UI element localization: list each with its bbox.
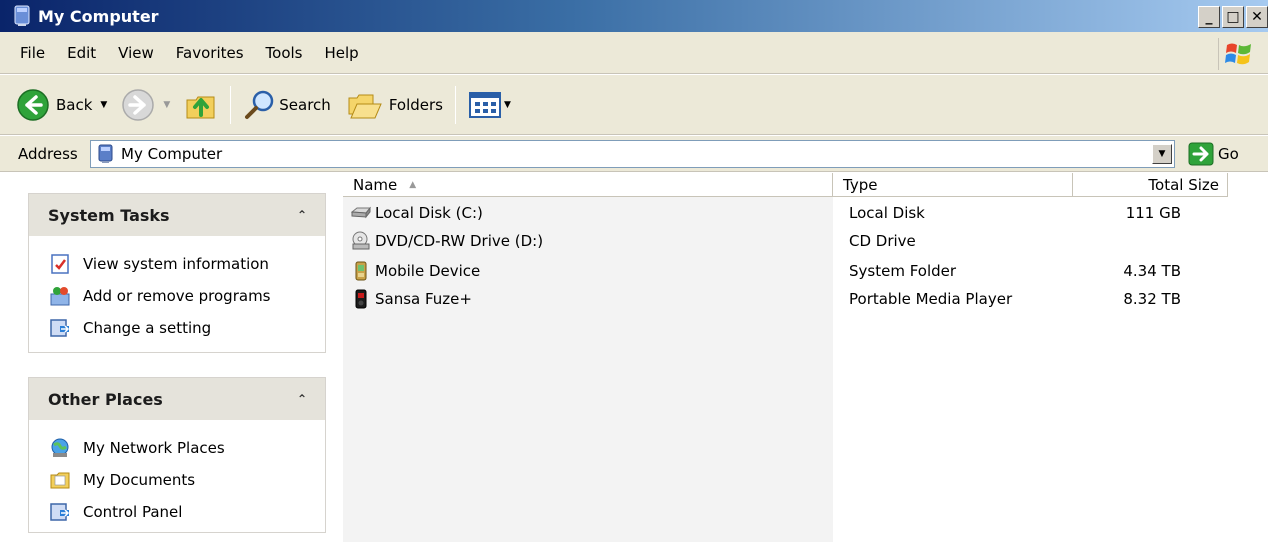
- views-button[interactable]: ▼: [464, 85, 521, 125]
- toolbar-separator: [454, 85, 456, 124]
- file-size: 4.34 TB: [1123, 262, 1181, 280]
- my-computer-icon: [98, 144, 113, 163]
- standard-toolbar: Back ▼ ▼ Search Folders ▼: [0, 75, 1268, 135]
- link-label: My Documents: [83, 471, 196, 489]
- system-info-icon: [51, 254, 69, 274]
- views-icon: [468, 91, 501, 118]
- back-arrow-icon: [17, 88, 49, 121]
- forward-button[interactable]: ▼: [117, 85, 180, 125]
- address-bar: Address My Computer ▼ Go: [0, 136, 1268, 172]
- other-places-title: Other Places: [48, 389, 163, 409]
- my-computer-icon: [14, 5, 30, 26]
- file-row-local-disk[interactable]: Local Disk (C:) Local Disk 111 GB: [351, 199, 1231, 227]
- link-label: Add or remove programs: [83, 287, 271, 305]
- cd-drive-icon: [352, 231, 370, 250]
- windows-logo-icon: [1218, 38, 1258, 70]
- link-label: My Network Places: [83, 439, 225, 457]
- hard-disk-icon: [351, 206, 371, 219]
- change-a-setting-link[interactable]: Change a setting: [49, 312, 325, 344]
- folders-icon: [348, 94, 382, 118]
- add-remove-programs-icon: [50, 287, 70, 306]
- file-name: DVD/CD-RW Drive (D:): [375, 232, 544, 250]
- back-button[interactable]: Back ▼: [12, 85, 117, 125]
- link-label: Control Panel: [83, 503, 183, 521]
- address-value: My Computer: [121, 145, 223, 163]
- menu-view[interactable]: View: [107, 44, 165, 62]
- file-list: Name ▲ Type Total Size Local Disk (C:) L…: [343, 173, 1268, 542]
- file-name: Mobile Device: [375, 262, 481, 280]
- file-name: Sansa Fuze+: [375, 290, 472, 308]
- collapse-chevron-icon[interactable]: ⌃: [297, 208, 307, 222]
- search-label: Search: [279, 95, 331, 114]
- menu-file[interactable]: File: [0, 44, 56, 62]
- file-name: Local Disk (C:): [375, 204, 483, 222]
- search-icon: [245, 90, 274, 119]
- back-label: Back: [56, 95, 93, 114]
- other-places-panel: Other Places ⌃ My Network Places My Docu…: [28, 377, 326, 533]
- task-pane: System Tasks ⌃ View system information A…: [0, 173, 343, 542]
- column-header-size[interactable]: Total Size: [1073, 173, 1228, 197]
- file-size: 111 GB: [1125, 204, 1181, 222]
- search-button[interactable]: Search: [239, 85, 335, 125]
- network-places-icon: [51, 438, 69, 457]
- file-type: Local Disk: [849, 204, 925, 222]
- maximize-button[interactable]: □: [1222, 6, 1244, 28]
- my-documents-link[interactable]: My Documents: [49, 464, 325, 496]
- system-tasks-header[interactable]: System Tasks ⌃: [29, 194, 325, 236]
- title-bar: My Computer _ □ ✕: [0, 0, 1268, 32]
- column-header-name[interactable]: Name ▲: [343, 173, 833, 197]
- file-type: CD Drive: [849, 232, 916, 250]
- toolbar-separator: [230, 85, 232, 124]
- file-row-dvd-drive[interactable]: DVD/CD-RW Drive (D:) CD Drive: [351, 227, 1231, 255]
- column-header-type[interactable]: Type: [833, 173, 1073, 197]
- menu-bar: File Edit View Favorites Tools Help: [0, 32, 1268, 74]
- sort-ascending-icon: ▲: [409, 179, 417, 190]
- file-row-sansa-fuze[interactable]: Sansa Fuze+ Portable Media Player 8.32 T…: [351, 285, 1231, 313]
- file-type: System Folder: [849, 262, 957, 280]
- folders-button[interactable]: Folders: [343, 85, 447, 125]
- column-name-label: Name: [353, 175, 398, 194]
- media-player-icon: [355, 289, 367, 309]
- go-label: Go: [1218, 145, 1239, 163]
- column-size-label: Total Size: [1148, 175, 1219, 194]
- documents-folder-icon: [50, 472, 70, 489]
- up-folder-button[interactable]: [180, 85, 222, 125]
- minimize-button[interactable]: _: [1198, 6, 1220, 28]
- control-panel-icon: [50, 319, 70, 337]
- menu-favorites[interactable]: Favorites: [165, 44, 255, 62]
- link-label: Change a setting: [83, 319, 212, 337]
- my-network-places-link[interactable]: My Network Places: [49, 432, 325, 464]
- folders-label: Folders: [388, 95, 443, 114]
- close-button[interactable]: ✕: [1246, 6, 1268, 28]
- forward-arrow-icon: [122, 88, 155, 121]
- file-size: 8.32 TB: [1123, 290, 1181, 308]
- address-input[interactable]: My Computer ▼: [90, 140, 1175, 168]
- control-panel-icon: [50, 503, 70, 521]
- window-title: My Computer: [38, 6, 159, 26]
- forward-dropdown-icon[interactable]: ▼: [163, 100, 170, 110]
- other-places-header[interactable]: Other Places ⌃: [29, 378, 325, 420]
- view-system-information-link[interactable]: View system information: [49, 248, 325, 280]
- menu-help[interactable]: Help: [314, 44, 370, 62]
- control-panel-link[interactable]: Control Panel: [49, 496, 325, 528]
- menu-tools[interactable]: Tools: [255, 44, 314, 62]
- file-row-mobile-device[interactable]: Mobile Device System Folder 4.34 TB: [351, 257, 1231, 285]
- add-remove-programs-link[interactable]: Add or remove programs: [49, 280, 325, 312]
- system-tasks-title: System Tasks: [48, 205, 170, 225]
- mobile-device-icon: [355, 261, 367, 281]
- collapse-chevron-icon[interactable]: ⌃: [297, 392, 307, 406]
- system-tasks-panel: System Tasks ⌃ View system information A…: [28, 193, 326, 353]
- address-label: Address: [18, 144, 78, 163]
- column-type-label: Type: [843, 175, 878, 194]
- file-type: Portable Media Player: [849, 290, 1013, 308]
- go-arrow-icon: [1188, 142, 1214, 166]
- address-dropdown-button[interactable]: ▼: [1152, 144, 1172, 164]
- up-folder-icon: [186, 96, 215, 118]
- menu-edit[interactable]: Edit: [56, 44, 107, 62]
- link-label: View system information: [83, 255, 269, 273]
- back-dropdown-icon[interactable]: ▼: [100, 100, 107, 110]
- go-button[interactable]: Go: [1188, 142, 1239, 166]
- views-dropdown-icon[interactable]: ▼: [504, 100, 511, 110]
